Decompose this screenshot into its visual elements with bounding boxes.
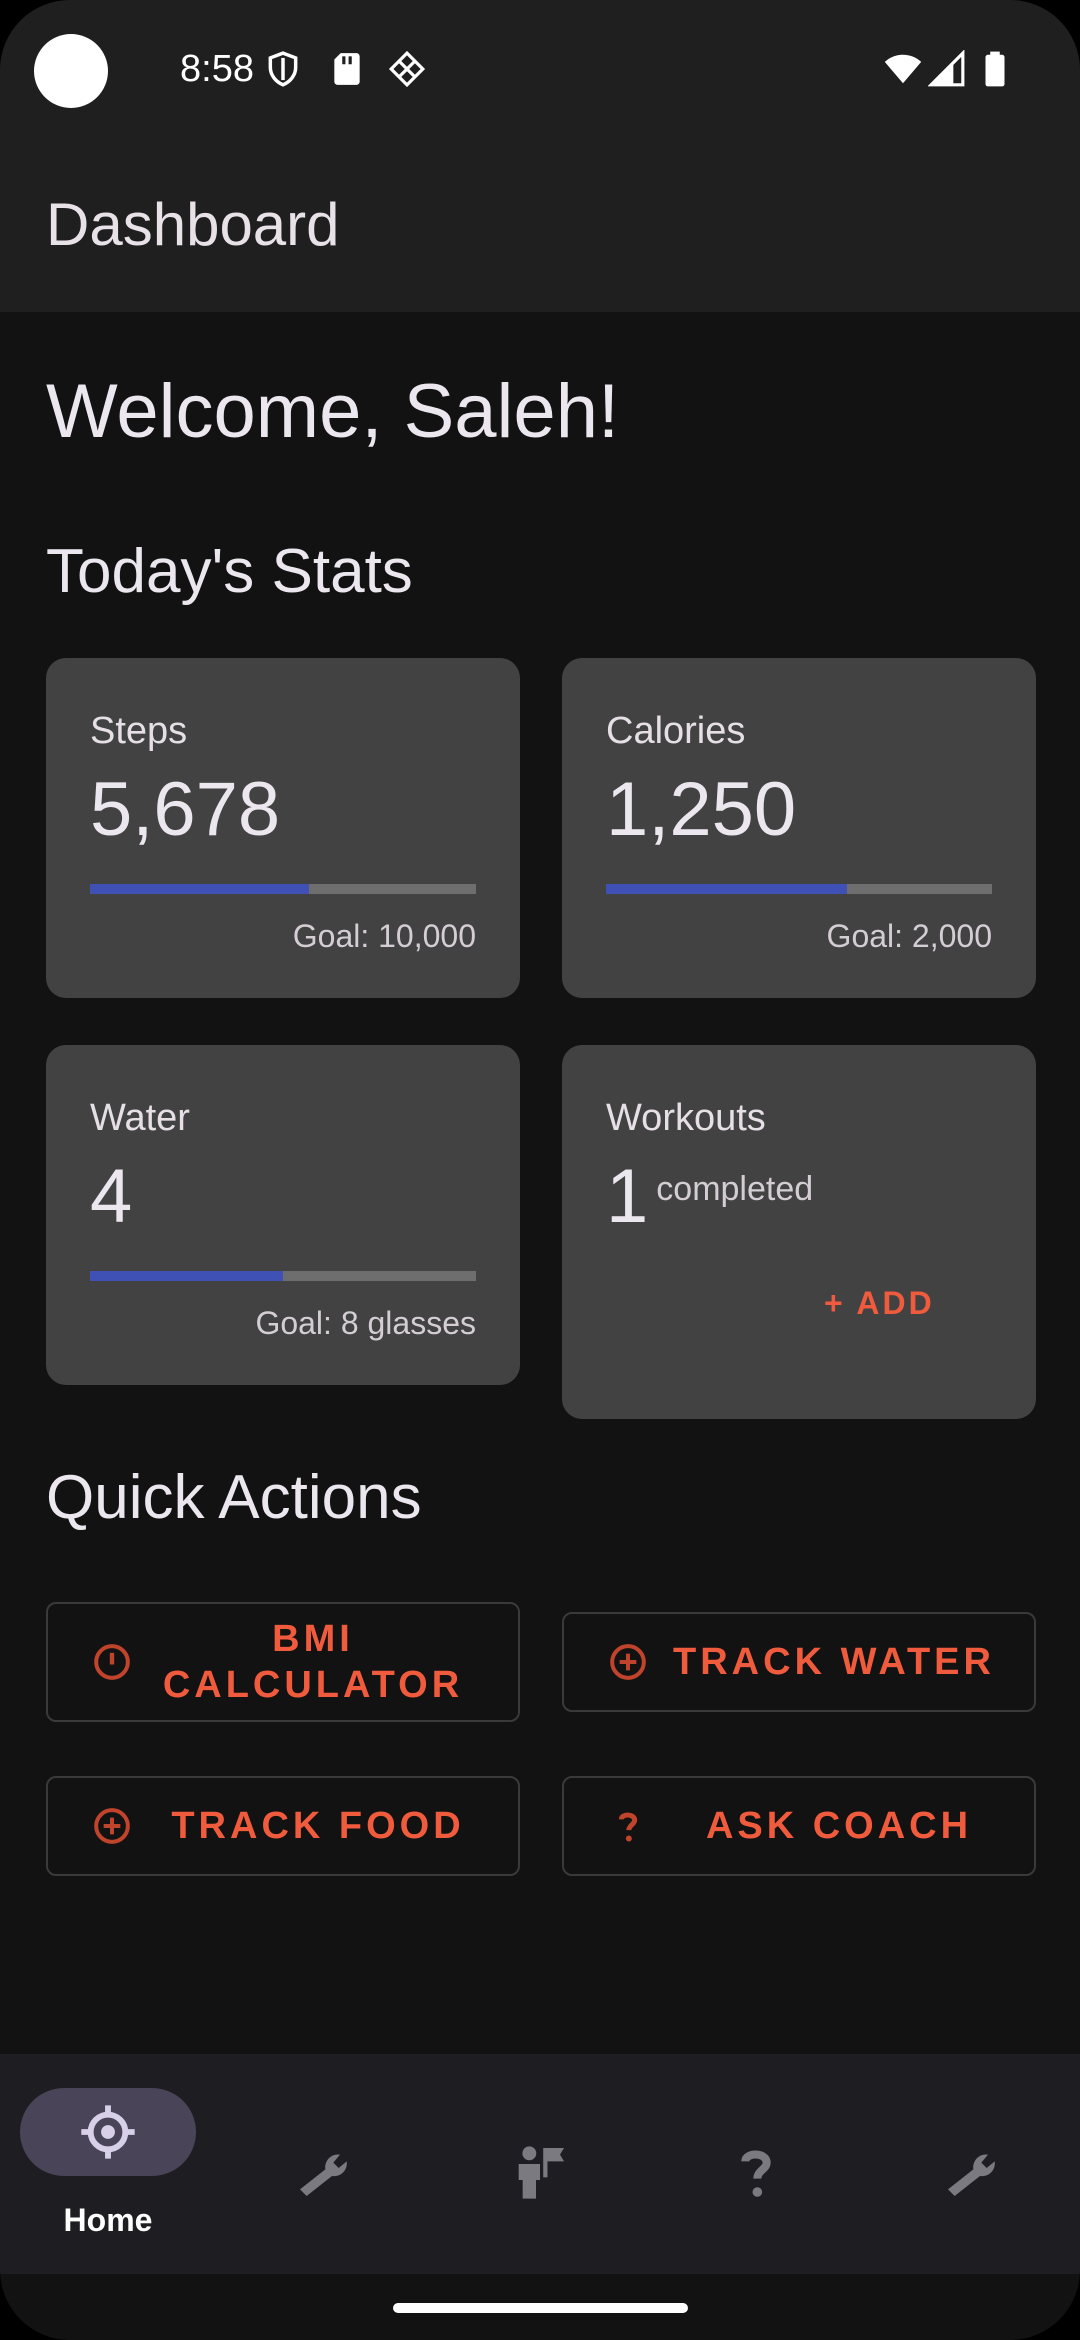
ask-coach-button[interactable]: ASK COACH <box>562 1776 1036 1876</box>
top-app-bar: Dashboard <box>0 140 1080 312</box>
calories-label: Calories <box>606 710 746 752</box>
workouts-unit: completed <box>656 1170 814 1208</box>
steps-card: Steps 5,678 Goal: 10,000 <box>46 658 520 998</box>
water-card: Water 4 Goal: 8 glasses <box>46 1045 520 1385</box>
calories-progress-fill <box>606 884 848 894</box>
nav-home-label: Home <box>63 2202 153 2238</box>
power-info-icon <box>94 1644 130 1680</box>
workouts-card: Workouts 1 completed + ADD <box>562 1045 1036 1419</box>
camera-cutout <box>34 34 108 108</box>
ask-coach-label: ASK COACH <box>705 1805 973 1847</box>
steps-progress-bar <box>90 884 476 894</box>
steps-value: 5,678 <box>90 767 281 852</box>
add-circle-icon <box>610 1644 646 1680</box>
workouts-value-row: 1 completed <box>606 1153 813 1240</box>
bmi-calculator-label: BMI CALCULATOR <box>128 1616 498 1708</box>
track-food-button[interactable]: TRACK FOOD <box>46 1776 520 1876</box>
wrench-icon[interactable] <box>940 2140 1004 2204</box>
workouts-label: Workouts <box>606 1097 766 1139</box>
track-water-button[interactable]: TRACK WATER <box>562 1612 1036 1712</box>
workouts-value: 1 <box>606 1154 649 1239</box>
phone-screen: 8:58 Dashboard Welcome, Saleh! Today's S… <box>0 0 1080 2340</box>
status-time: 8:58 <box>180 48 254 90</box>
battery-icon <box>985 51 1005 87</box>
cellular-signal-icon <box>928 50 965 87</box>
add-workout-button[interactable]: + ADD <box>824 1285 935 1322</box>
question-mark-icon <box>618 1812 638 1842</box>
stats-section-title: Today's Stats <box>46 537 413 606</box>
sd-card-icon <box>334 53 360 85</box>
steps-goal: Goal: 10,000 <box>292 918 476 954</box>
bmi-label-line1: BMI <box>272 1618 354 1660</box>
add-circle-icon <box>94 1808 130 1844</box>
water-value: 4 <box>90 1154 133 1239</box>
wrench-icon[interactable] <box>292 2140 356 2204</box>
diamond-grid-icon <box>388 50 426 88</box>
water-progress-fill <box>90 1271 283 1281</box>
quick-actions-title: Quick Actions <box>46 1463 422 1532</box>
target-icon <box>81 2105 135 2159</box>
question-mark-icon[interactable] <box>724 2140 788 2204</box>
home-indicator[interactable] <box>393 2303 688 2313</box>
page-title: Dashboard <box>46 191 340 258</box>
calories-goal: Goal: 2,000 <box>826 918 992 954</box>
person-flag-icon[interactable] <box>508 2140 572 2204</box>
bmi-calculator-button[interactable]: BMI CALCULATOR <box>46 1602 520 1722</box>
welcome-heading: Welcome, Saleh! <box>46 369 620 454</box>
track-water-label: TRACK WATER <box>673 1641 995 1683</box>
track-food-label: TRACK FOOD <box>171 1805 465 1847</box>
steps-progress-fill <box>90 884 310 894</box>
water-label: Water <box>90 1097 190 1139</box>
status-bar: 8:58 <box>0 0 1080 140</box>
water-progress-bar <box>90 1271 476 1281</box>
wifi-icon <box>884 54 922 84</box>
water-goal: Goal: 8 glasses <box>255 1305 476 1341</box>
calories-card: Calories 1,250 Goal: 2,000 <box>562 658 1036 998</box>
nav-item-home[interactable] <box>20 2088 196 2176</box>
steps-label: Steps <box>90 710 188 752</box>
shield-icon <box>268 51 298 87</box>
bmi-label-line2: CALCULATOR <box>162 1664 464 1706</box>
bottom-navigation: Home <box>0 2054 1080 2274</box>
calories-progress-bar <box>606 884 992 894</box>
calories-value: 1,250 <box>606 767 797 852</box>
